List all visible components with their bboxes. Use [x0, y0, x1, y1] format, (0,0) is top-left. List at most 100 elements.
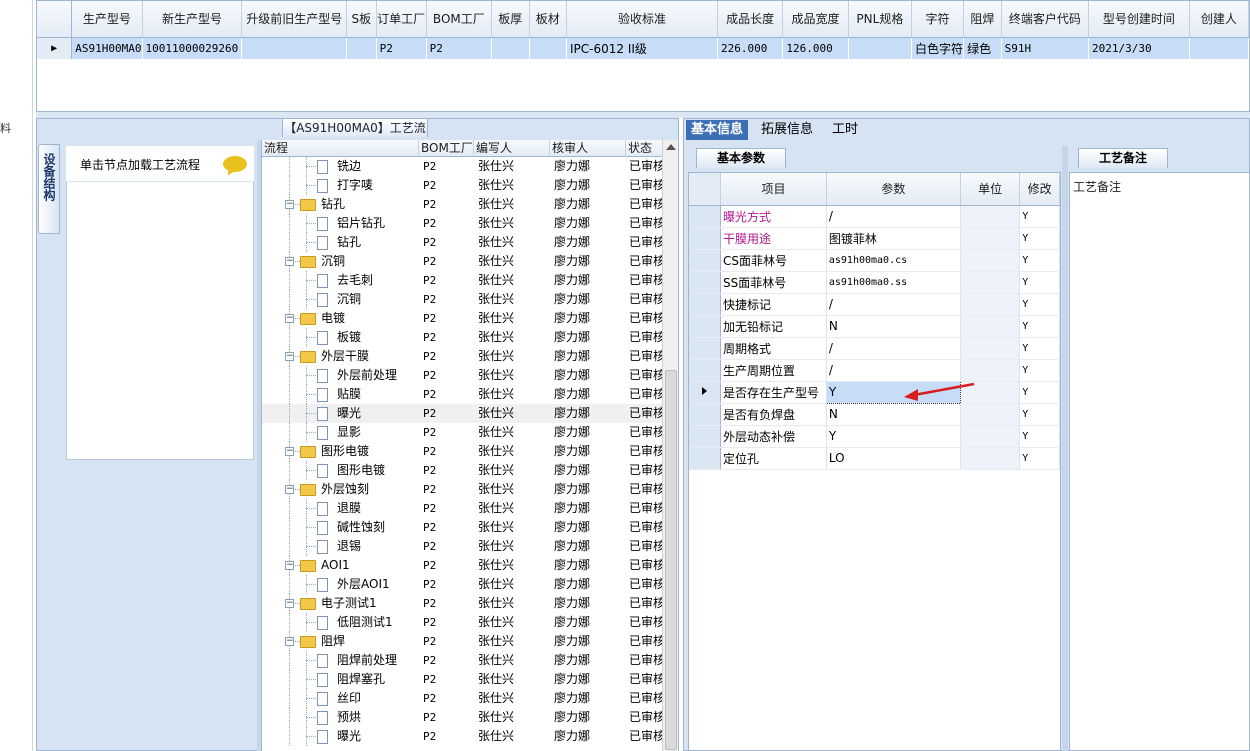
tree-column-header[interactable]: 流程 — [262, 140, 419, 157]
params-row[interactable]: 干膜用途 图镀菲林 Y — [689, 227, 1060, 250]
tree-row[interactable]: 板镀 P2 张仕兴 廖力娜 已审核 — [262, 328, 662, 347]
column-header[interactable]: S板 — [346, 1, 377, 38]
scroll-up-icon[interactable] — [666, 144, 676, 150]
params-row[interactable]: 周期格式 / Y — [689, 337, 1060, 360]
params-cell-value[interactable]: N — [826, 315, 961, 338]
table-cell[interactable]: 白色字符 — [911, 37, 965, 59]
params-row[interactable]: CS面菲林号 as91h00ma0.cs Y — [689, 249, 1060, 272]
collapse-icon[interactable]: − — [285, 352, 294, 361]
tree-row[interactable]: 退膜 P2 张仕兴 廖力娜 已审核 — [262, 499, 662, 518]
tree-column-header[interactable]: BOM工厂 — [419, 140, 474, 157]
column-header[interactable]: 终端客户代码 — [1001, 1, 1090, 38]
column-header[interactable]: 验收标准 — [566, 1, 718, 38]
table-cell[interactable]: P2 — [426, 37, 493, 59]
table-cell[interactable]: 226.000 — [717, 37, 784, 59]
tree-column-header[interactable]: 状态 — [626, 140, 662, 157]
params-cell-value[interactable]: 图镀菲林 — [826, 227, 961, 250]
column-header[interactable]: 板厚 — [491, 1, 530, 38]
table-cell[interactable]: 2021/3/30 — [1088, 37, 1190, 59]
tree-row[interactable]: 沉铜 P2 张仕兴 廖力娜 已审核 — [262, 290, 662, 309]
column-header[interactable]: PNL规格 — [848, 1, 913, 38]
tree-node-label[interactable]: 钻孔 — [337, 233, 361, 252]
column-header[interactable]: 板材 — [529, 1, 568, 38]
tab-extended-info[interactable]: 拓展信息 — [756, 120, 818, 140]
collapse-icon[interactable]: − — [285, 447, 294, 456]
tree-row[interactable]: − 沉铜 P2 张仕兴 廖力娜 已审核 — [262, 252, 662, 271]
params-cell-value[interactable]: as91h00ma0.ss — [826, 271, 961, 294]
tree-row[interactable]: − 外层干膜 P2 张仕兴 廖力娜 已审核 — [262, 347, 662, 366]
tree-row[interactable]: 预烘 P2 张仕兴 廖力娜 已审核 — [262, 708, 662, 727]
tree-node-label[interactable]: 去毛刺 — [337, 271, 373, 290]
table-cell[interactable] — [241, 37, 348, 59]
vertical-splitter-right[interactable] — [1062, 146, 1068, 751]
params-row[interactable]: 曝光方式 / Y — [689, 205, 1060, 228]
table-cell[interactable] — [529, 37, 568, 59]
column-header[interactable]: 订单工厂 — [376, 1, 427, 38]
column-header[interactable]: 成品宽度 — [782, 1, 849, 38]
tree-node-label[interactable]: 电镀 — [321, 309, 345, 328]
params-column-header[interactable]: 参数 — [826, 173, 961, 206]
column-header[interactable]: 生产型号 — [71, 1, 143, 38]
tree-node-label[interactable]: 打字唛 — [337, 176, 373, 195]
tree-scrollbar[interactable] — [662, 140, 678, 751]
column-header[interactable]: 成品长度 — [717, 1, 784, 38]
tree-node-label[interactable]: 丝印 — [337, 689, 361, 708]
params-column-header[interactable]: 单位 — [960, 173, 1021, 206]
tab-basic-params[interactable]: 基本参数 — [696, 148, 786, 168]
tree-row[interactable]: 外层AOI1 P2 张仕兴 廖力娜 已审核 — [262, 575, 662, 594]
tree-node-label[interactable]: 退膜 — [337, 499, 361, 518]
tree-row[interactable]: 阻焊塞孔 P2 张仕兴 廖力娜 已审核 — [262, 670, 662, 689]
tree-node-label[interactable]: 板镀 — [337, 328, 361, 347]
tree-row[interactable]: 打字唛 P2 张仕兴 廖力娜 已审核 — [262, 176, 662, 195]
tree-column-header[interactable]: 核审人 — [550, 140, 626, 157]
tree-row[interactable]: 显影 P2 张仕兴 廖力娜 已审核 — [262, 423, 662, 442]
column-header[interactable]: 升级前旧生产型号 — [241, 1, 348, 38]
notes-panel[interactable]: 工艺备注 — [1069, 172, 1250, 751]
tree-node-label[interactable]: 预烘 — [337, 708, 361, 727]
params-cell-value[interactable]: Y — [826, 425, 961, 448]
tree-node-label[interactable]: 外层AOI1 — [337, 575, 390, 594]
table-cell[interactable]: 126.000 — [782, 37, 849, 59]
tree-node-label[interactable]: 阻焊塞孔 — [337, 670, 385, 689]
table-cell[interactable] — [848, 37, 913, 59]
tree-node-label[interactable]: 铝片钻孔 — [337, 214, 385, 233]
tree-node-label[interactable]: 外层蚀刻 — [321, 480, 369, 499]
table-cell[interactable] — [346, 37, 377, 59]
tree-node-label[interactable]: 外层前处理 — [337, 366, 397, 385]
params-cell-value[interactable]: / — [826, 205, 961, 228]
tree-row[interactable]: 阻焊前处理 P2 张仕兴 廖力娜 已审核 — [262, 651, 662, 670]
tree-node-label[interactable]: 曝光 — [337, 404, 361, 423]
process-tree-grid[interactable]: 流程 BOM工厂 编写人 核审人 状态 铣边 P2 张仕兴 廖力娜 已审核 打字唛 P2 张仕兴 廖力娜… — [261, 140, 662, 751]
params-row[interactable]: 是否有负焊盘 N Y — [689, 403, 1060, 426]
tree-row[interactable]: − 钻孔 P2 张仕兴 廖力娜 已审核 — [262, 195, 662, 214]
column-header[interactable]: 型号创建时间 — [1088, 1, 1190, 38]
params-cell-value[interactable]: N — [826, 403, 961, 426]
tree-row[interactable]: 曝光 P2 张仕兴 廖力娜 已审核 — [262, 727, 662, 746]
params-cell-value[interactable]: / — [826, 293, 961, 316]
table-cell[interactable] — [491, 37, 530, 59]
tree-column-header[interactable]: 编写人 — [474, 140, 550, 157]
tree-row[interactable]: 退锡 P2 张仕兴 廖力娜 已审核 — [262, 537, 662, 556]
column-header[interactable]: 阻焊 — [963, 1, 1002, 38]
table-cell[interactable]: 绿色 — [963, 37, 1002, 59]
params-row[interactable]: 快捷标记 / Y — [689, 293, 1060, 316]
collapse-icon[interactable]: − — [285, 637, 294, 646]
tree-node-label[interactable]: 退锡 — [337, 537, 361, 556]
tree-node-label[interactable]: AOI1 — [321, 556, 350, 575]
params-grid[interactable]: 项目 参数 单位 修改 曝光方式 / Y 干膜用途 图镀菲林 Y CS面菲林号 as91h00ma0… — [688, 172, 1061, 751]
params-row[interactable]: SS面菲林号 as91h00ma0.ss Y — [689, 271, 1060, 294]
tree-node-label[interactable]: 电子测试1 — [321, 594, 377, 613]
tree-node-label[interactable]: 钻孔 — [321, 195, 345, 214]
tree-row[interactable]: − 图形电镀 P2 张仕兴 廖力娜 已审核 — [262, 442, 662, 461]
tree-row[interactable]: 丝印 P2 张仕兴 廖力娜 已审核 — [262, 689, 662, 708]
tab-work-hours[interactable]: 工时 — [826, 120, 864, 140]
tab-process-notes[interactable]: 工艺备注 — [1078, 148, 1168, 168]
collapse-icon[interactable]: − — [285, 314, 294, 323]
tree-node-label[interactable]: 曝光 — [337, 727, 361, 746]
column-header[interactable]: 字符 — [911, 1, 965, 38]
tree-row[interactable]: − 外层蚀刻 P2 张仕兴 廖力娜 已审核 — [262, 480, 662, 499]
tree-node-label[interactable]: 沉铜 — [337, 290, 361, 309]
tree-node-label[interactable]: 碱性蚀刻 — [337, 518, 385, 537]
tree-row[interactable]: 铣边 P2 张仕兴 廖力娜 已审核 — [262, 157, 662, 176]
table-cell[interactable]: S91H — [1001, 37, 1090, 59]
